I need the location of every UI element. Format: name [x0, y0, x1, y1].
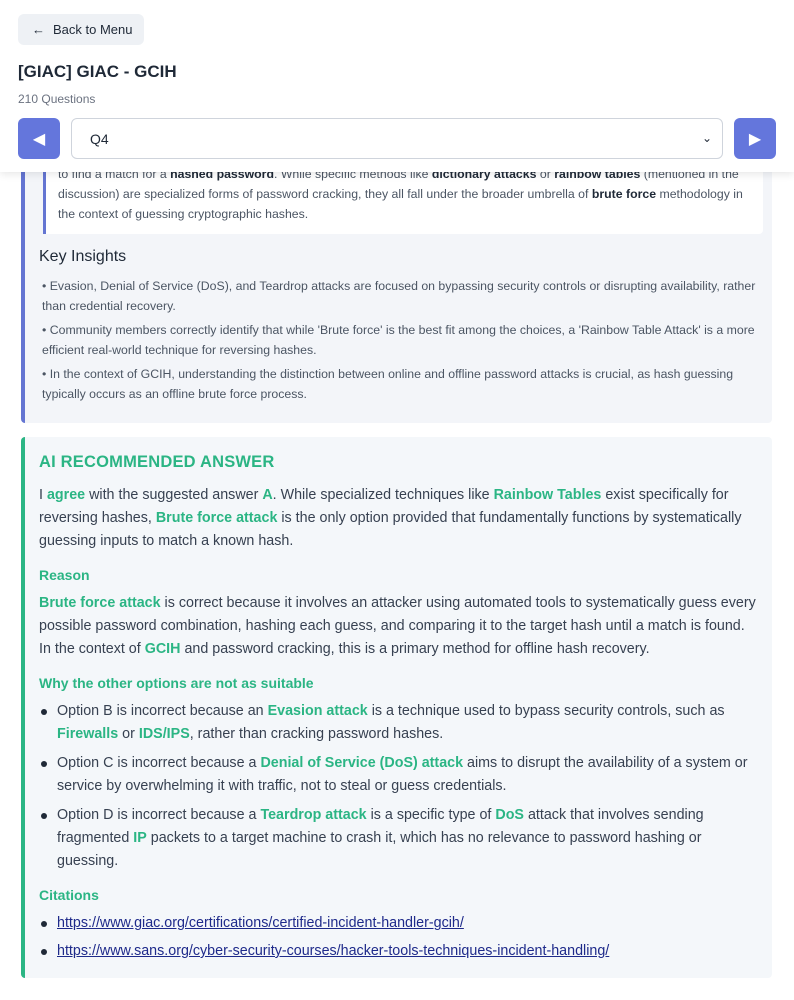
option-text: or: [118, 726, 139, 742]
reason-highlight: Brute force attack: [39, 595, 161, 611]
discussion-summary-card: to find a match for a hashed password. W…: [21, 140, 772, 423]
option-highlight: Firewalls: [57, 726, 119, 742]
insight-item: • Evasion, Denial of Service (DoS), and …: [42, 279, 756, 313]
reason-heading: Reason: [39, 567, 90, 583]
insight-item: • In the context of GCIH, understanding …: [42, 367, 734, 401]
previous-question-button[interactable]: ◀: [18, 118, 60, 159]
question-select-value: Q4: [90, 130, 109, 147]
arrow-left-icon: ←: [32, 22, 45, 37]
reason-span: and password cracking, this is a primary…: [180, 641, 650, 657]
option-d-explanation: Option D is incorrect because a Teardrop…: [41, 804, 758, 873]
intro-highlight: Brute force attack: [155, 510, 278, 526]
option-text: Option D is incorrect because a: [57, 807, 261, 823]
option-highlight: DoS: [495, 807, 524, 823]
next-question-button[interactable]: ▶: [734, 118, 776, 159]
option-highlight: IDS/IPS: [138, 726, 190, 742]
other-options-list: Option B is incorrect because an Evasion…: [39, 700, 758, 873]
citations-list: https://www.giac.org/certifications/cert…: [39, 912, 758, 963]
reason-highlight: GCIH: [144, 641, 181, 657]
option-c-explanation: Option C is incorrect because a Denial o…: [41, 752, 758, 798]
citation-link[interactable]: https://www.giac.org/certifications/cert…: [57, 915, 464, 931]
triangle-left-icon: ◀: [32, 130, 46, 148]
option-text: packets to a target machine to crash it,…: [57, 830, 702, 869]
top-header: ← Back to Menu [GIAC] GIAC - GCIH 210 Qu…: [0, 0, 794, 172]
other-options-heading: Why the other options are not as suitabl…: [39, 675, 314, 691]
citation-item: https://www.giac.org/certifications/cert…: [41, 912, 758, 935]
option-text: is a technique used to bypass security c…: [367, 703, 725, 719]
reason-text: Brute force attack is correct because it…: [39, 592, 758, 661]
option-text: Option B is incorrect because an: [57, 703, 268, 719]
citation-item: https://www.sans.org/cyber-security-cour…: [41, 940, 758, 963]
question-count: 210 Questions: [18, 92, 96, 106]
ai-answer-title: AI RECOMMENDED ANSWER: [39, 453, 275, 471]
chevron-down-icon: ⌄: [701, 131, 712, 145]
option-highlight: IP: [133, 830, 147, 846]
intro-text: I: [39, 487, 47, 503]
triangle-right-icon: ▶: [748, 130, 762, 148]
intro-highlight: Rainbow Tables: [493, 487, 602, 503]
option-highlight: Denial of Service (DoS) attack: [260, 755, 464, 771]
intro-highlight: A: [262, 487, 273, 503]
summary-bold-term: brute force: [591, 187, 657, 201]
back-button-label: Back to Menu: [53, 22, 133, 37]
option-text: is a specific type of: [366, 807, 496, 823]
ai-recommended-answer-card: AI RECOMMENDED ANSWER I agree with the s…: [21, 437, 772, 978]
intro-text: . While specialized techniques like: [272, 487, 494, 503]
page-title: [GIAC] GIAC - GCIH: [18, 62, 177, 81]
citations-heading: Citations: [39, 887, 99, 903]
insight-item: • Community members correctly identify t…: [42, 323, 755, 357]
intro-highlight: agree: [46, 487, 86, 503]
question-select[interactable]: Q4 ⌄: [71, 118, 723, 159]
option-text: Option C is incorrect because a: [57, 755, 261, 771]
intro-text: with the suggested answer: [85, 487, 263, 503]
ai-answer-intro: I agree with the suggested answer A. Whi…: [39, 484, 758, 553]
back-to-menu-button[interactable]: ← Back to Menu: [18, 14, 144, 45]
citation-link[interactable]: https://www.sans.org/cyber-security-cour…: [57, 943, 609, 959]
option-text: , rather than cracking password hashes.: [189, 726, 444, 742]
key-insights-heading: Key Insights: [39, 248, 127, 265]
option-highlight: Teardrop attack: [260, 807, 367, 823]
option-b-explanation: Option B is incorrect because an Evasion…: [41, 700, 758, 746]
key-insights-list: • Evasion, Denial of Service (DoS), and …: [42, 276, 764, 408]
option-highlight: Evasion attack: [267, 703, 368, 719]
